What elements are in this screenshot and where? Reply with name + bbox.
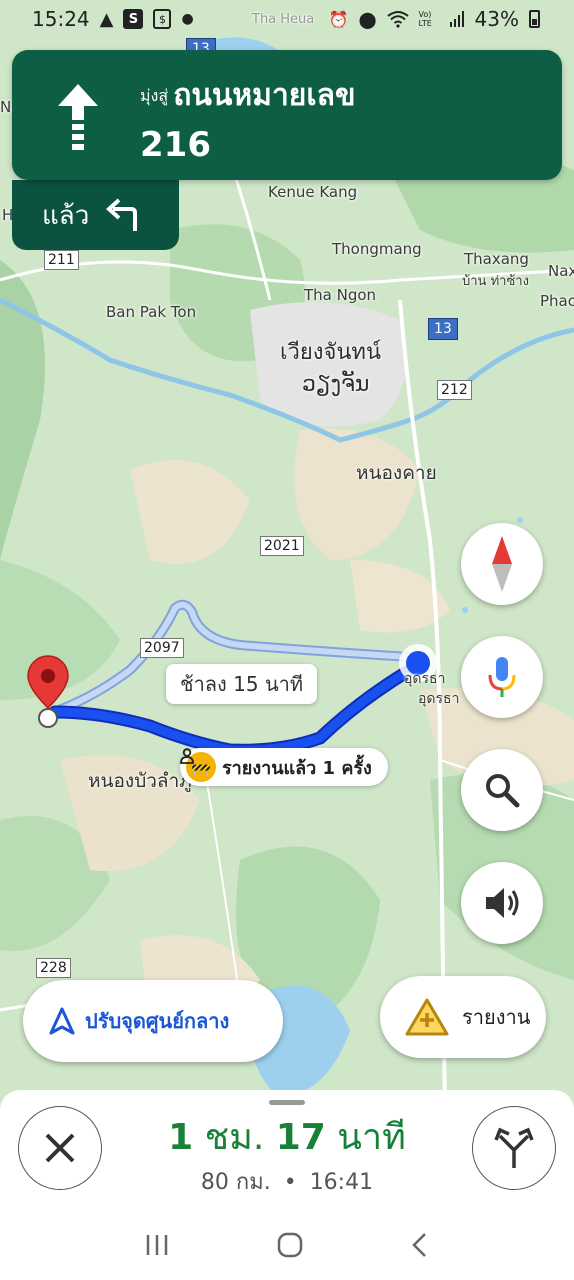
search-icon xyxy=(486,774,520,808)
status-bar: 15:24 ▲ S $ ● ⏰ ⬤ Vo) LTE 43% xyxy=(0,0,574,38)
back-icon[interactable] xyxy=(410,1232,430,1258)
duration-minutes-unit: นาที xyxy=(337,1117,406,1158)
road-number: 216 xyxy=(140,125,211,165)
city-label-vientiane-lao: ວຽງຈັນ xyxy=(302,372,370,397)
volte-icon: Vo) LTE xyxy=(418,10,432,28)
navigation-instruction-card[interactable]: มุ่งสู่ ถนนหมายเลข 216 xyxy=(12,50,562,180)
sheet-drag-handle[interactable] xyxy=(269,1100,305,1105)
report-count-text: รายงานแล้ว 1 ครั้ง xyxy=(222,757,372,779)
trip-summary-sheet[interactable]: 1 ชม. 17 นาที 80 กม. • 16:41 xyxy=(0,1090,574,1210)
road-shield: 2097 xyxy=(140,638,184,658)
road-shield: 2021 xyxy=(260,536,304,556)
place-label: อุดรธา xyxy=(404,671,446,687)
navigation-status-icon: ▲ xyxy=(99,8,114,30)
then-label: แล้ว xyxy=(42,200,90,231)
system-navigation-bar xyxy=(0,1210,574,1280)
signal-icon xyxy=(449,11,464,27)
recenter-button[interactable]: ปรับจุดศูนย์กลาง xyxy=(23,980,283,1062)
road-name: ถนนหมายเลข xyxy=(173,78,356,113)
place-label: Thongmang xyxy=(332,240,422,258)
place-label: Thaxang xyxy=(464,250,529,268)
turn-left-icon xyxy=(106,198,138,231)
location-icon: ⬤ xyxy=(358,9,377,29)
duration-minutes: 17 xyxy=(275,1117,326,1158)
compass-icon xyxy=(492,536,512,592)
place-label: Kenue Kang xyxy=(268,183,358,201)
microphone-icon xyxy=(488,657,516,697)
roadwork-report-chip[interactable]: 🚧 รายงานแล้ว 1 ครั้ง xyxy=(180,748,388,786)
wifi-icon xyxy=(386,11,409,28)
shopping-bag-notification-icon: $ xyxy=(153,9,172,29)
place-label: อุดรธา xyxy=(418,691,460,707)
person-icon xyxy=(180,748,194,764)
toward-label: มุ่งสู่ xyxy=(140,86,169,105)
alarm-icon: ⏰ xyxy=(328,9,349,29)
place-label: บ้าน ท่าซ้าง xyxy=(462,274,529,289)
compass-button[interactable] xyxy=(461,523,543,605)
road-shield: 228 xyxy=(36,958,71,978)
battery-percent: 43% xyxy=(474,7,519,31)
route-delay-label[interactable]: ช้าลง 15 นาที xyxy=(166,664,318,704)
road-shield: 211 xyxy=(44,250,79,270)
next-maneuver-card[interactable]: แล้ว xyxy=(12,180,179,250)
voice-search-button[interactable] xyxy=(461,636,543,718)
status-time: 15:24 xyxy=(32,7,90,31)
city-label-nong-bua: หนองบัวลำภู xyxy=(88,770,192,792)
place-label: Ban Pak Ton xyxy=(106,303,197,321)
arrival-time: 16:41 xyxy=(309,1170,374,1195)
route-fork-icon xyxy=(494,1127,534,1168)
route-delay-text: ช้าลง 15 นาที xyxy=(180,672,304,696)
recenter-label: ปรับจุดศูนย์กลาง xyxy=(85,1009,230,1033)
place-label: Tha Ngon xyxy=(304,286,377,304)
report-label: รายงาน xyxy=(462,1005,531,1029)
home-icon[interactable] xyxy=(277,1232,303,1258)
volume-icon xyxy=(486,888,519,918)
city-label-nong-khai: หนองคาย xyxy=(356,462,437,484)
recent-apps-icon[interactable] xyxy=(144,1233,170,1257)
more-notifications-dot-icon: ● xyxy=(181,11,194,27)
duration-hours-unit: ชม. xyxy=(204,1117,265,1158)
battery-icon xyxy=(529,10,540,28)
place-label: Nax xyxy=(548,262,574,280)
highway-shield: 13 xyxy=(428,318,458,340)
navigation-arrow-icon xyxy=(49,1007,75,1035)
report-warning-icon xyxy=(405,998,449,1036)
place-label: Phac xyxy=(540,292,574,310)
sound-button[interactable] xyxy=(461,862,543,944)
alternate-routes-button[interactable] xyxy=(472,1106,556,1190)
straight-arrow-icon xyxy=(58,84,98,150)
search-button[interactable] xyxy=(461,749,543,831)
shopee-notification-icon: S xyxy=(123,9,144,29)
trip-separator: • xyxy=(283,1170,297,1195)
trip-distance: 80 กม. xyxy=(200,1170,271,1195)
road-shield: 212 xyxy=(437,380,472,400)
duration-hours: 1 xyxy=(168,1117,194,1158)
report-button[interactable]: รายงาน xyxy=(380,976,546,1058)
city-label-vientiane-thai: เวียงจันทน์ xyxy=(280,340,381,365)
